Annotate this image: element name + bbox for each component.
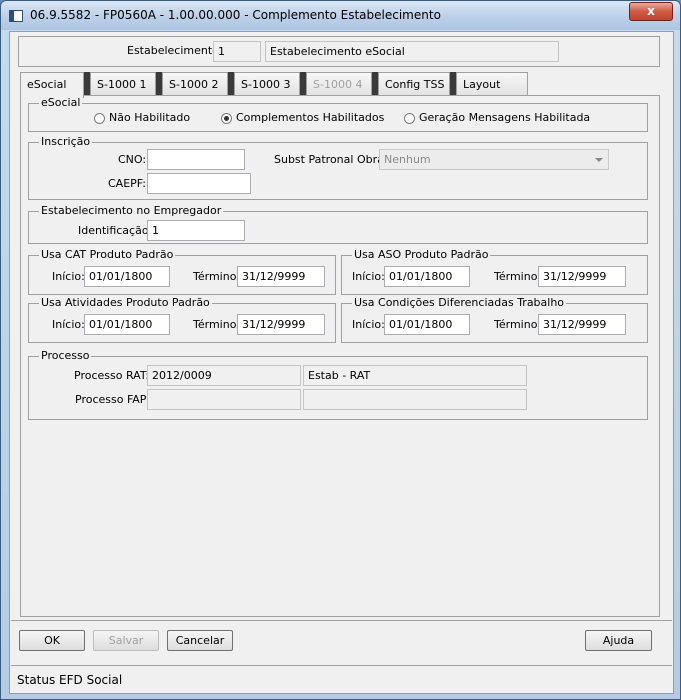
- condicoes-termino-field[interactable]: 31/12/9999: [538, 314, 626, 335]
- processo-fap-desc-field[interactable]: [303, 389, 527, 410]
- estabelecimento-name-field[interactable]: Estabelecimento eSocial: [265, 41, 559, 62]
- window-title: 06.9.5582 - FP0560A - 1.00.00.000 - Comp…: [30, 8, 441, 22]
- condicoes-termino-label: Término:: [494, 318, 542, 331]
- tab-panel-esocial: eSocial Não Habilitado Complementos Habi…: [20, 95, 660, 617]
- processo-fap-label: Processo FAP:: [75, 393, 151, 406]
- app-window: 06.9.5582 - FP0560A - 1.00.00.000 - Comp…: [0, 0, 681, 700]
- aso-termino-field[interactable]: 31/12/9999: [538, 266, 626, 287]
- tab-s1000-3[interactable]: S-1000 3: [234, 72, 300, 96]
- processo-group-title: Processo: [39, 349, 92, 363]
- identificacao-label: Identificação:: [78, 224, 153, 237]
- cat-termino-label: Término:: [193, 270, 241, 283]
- esocial-group-title: eSocial: [39, 96, 83, 110]
- estabelecimento-code-field[interactable]: 1: [213, 41, 261, 62]
- ok-button[interactable]: OK: [19, 630, 85, 651]
- tab-layout[interactable]: Layout: [456, 72, 528, 96]
- atividades-group-title: Usa Atividades Produto Padrão: [39, 296, 212, 310]
- client-area: Estabelecimento: 1 Estabelecimento eSoci…: [9, 31, 674, 694]
- cat-inicio-field[interactable]: 01/01/1800: [84, 266, 170, 287]
- cancelar-button[interactable]: Cancelar: [167, 630, 233, 651]
- title-bar[interactable]: 06.9.5582 - FP0560A - 1.00.00.000 - Comp…: [1, 1, 680, 30]
- empregador-group-title: Estabelecimento no Empregador: [39, 204, 224, 218]
- button-bar: OK Salvar Cancelar Ajuda: [11, 620, 672, 658]
- radio-nao-habilitado[interactable]: [94, 113, 105, 124]
- condicoes-group: Usa Condições Diferenciadas Trabalho Iní…: [341, 296, 648, 343]
- tab-s1000-1[interactable]: S-1000 1: [90, 72, 156, 96]
- atividades-group: Usa Atividades Produto Padrão Início: 01…: [28, 296, 336, 343]
- radio-geracao-mensagens[interactable]: [404, 113, 415, 124]
- cat-termino-field[interactable]: 31/12/9999: [237, 266, 325, 287]
- atividades-inicio-field[interactable]: 01/01/1800: [84, 314, 170, 335]
- atividades-inicio-label: Início:: [52, 318, 85, 331]
- condicoes-inicio-label: Início:: [352, 318, 385, 331]
- close-button[interactable]: x: [629, 2, 673, 21]
- tab-s1000-4[interactable]: S-1000 4: [306, 72, 372, 96]
- chevron-down-icon: [595, 158, 603, 162]
- cat-inicio-label: Início:: [52, 270, 85, 283]
- status-text: Status EFD Social: [17, 673, 123, 687]
- subst-patronal-label: Subst Patronal Obra:: [274, 153, 388, 166]
- tab-config-tss[interactable]: Config TSS: [378, 72, 450, 96]
- estabelecimento-label: Estabelecimento:: [127, 44, 223, 57]
- radio-complementos-habilitados-label[interactable]: Complementos Habilitados: [236, 111, 384, 125]
- aso-inicio-field[interactable]: 01/01/1800: [384, 266, 470, 287]
- atividades-termino-field[interactable]: 31/12/9999: [237, 314, 325, 335]
- inscricao-group-title: Inscrição: [39, 135, 93, 149]
- inscricao-group: Inscrição CNO: CAEPF: Subst Patronal Obr…: [28, 135, 648, 200]
- subst-patronal-combo[interactable]: Nenhum: [379, 149, 609, 170]
- empregador-group: Estabelecimento no Empregador Identifica…: [28, 204, 648, 244]
- processo-rat-label: Processo RAT:: [74, 369, 150, 382]
- processo-rat-code-field[interactable]: 2012/0009: [147, 365, 301, 386]
- radio-complementos-habilitados[interactable]: [221, 113, 232, 124]
- processo-rat-desc-field[interactable]: Estab - RAT: [303, 365, 527, 386]
- tab-s1000-2[interactable]: S-1000 2: [162, 72, 228, 96]
- window-icon: [9, 10, 23, 22]
- esocial-group: eSocial Não Habilitado Complementos Habi…: [28, 96, 648, 132]
- aso-group-title: Usa ASO Produto Padrão: [352, 248, 491, 262]
- cat-group: Usa CAT Produto Padrão Início: 01/01/180…: [28, 248, 336, 295]
- aso-termino-label: Término:: [494, 270, 542, 283]
- processo-group: Processo Processo RAT: 2012/0009 Estab -…: [28, 349, 648, 420]
- atividades-termino-label: Término:: [193, 318, 241, 331]
- header-panel: Estabelecimento: 1 Estabelecimento eSoci…: [18, 36, 660, 67]
- radio-nao-habilitado-label[interactable]: Não Habilitado: [109, 111, 190, 125]
- condicoes-inicio-field[interactable]: 01/01/1800: [384, 314, 470, 335]
- status-bar: Status EFD Social: [11, 665, 672, 692]
- salvar-button[interactable]: Salvar: [93, 630, 159, 651]
- condicoes-group-title: Usa Condições Diferenciadas Trabalho: [352, 296, 567, 310]
- cno-label: CNO:: [118, 153, 147, 166]
- caepf-field[interactable]: [147, 173, 251, 194]
- identificacao-field[interactable]: 1: [147, 220, 245, 241]
- processo-fap-code-field[interactable]: [147, 389, 301, 410]
- caepf-label: CAEPF:: [108, 177, 146, 190]
- subst-patronal-value: Nenhum: [384, 153, 431, 166]
- cat-group-title: Usa CAT Produto Padrão: [39, 248, 176, 262]
- aso-inicio-label: Início:: [352, 270, 385, 283]
- tab-esocial[interactable]: eSocial: [20, 72, 84, 98]
- radio-geracao-mensagens-label[interactable]: Geração Mensagens Habilitada: [419, 111, 590, 125]
- ajuda-button[interactable]: Ajuda: [585, 630, 652, 651]
- aso-group: Usa ASO Produto Padrão Início: 01/01/180…: [341, 248, 648, 295]
- cno-field[interactable]: [147, 149, 245, 170]
